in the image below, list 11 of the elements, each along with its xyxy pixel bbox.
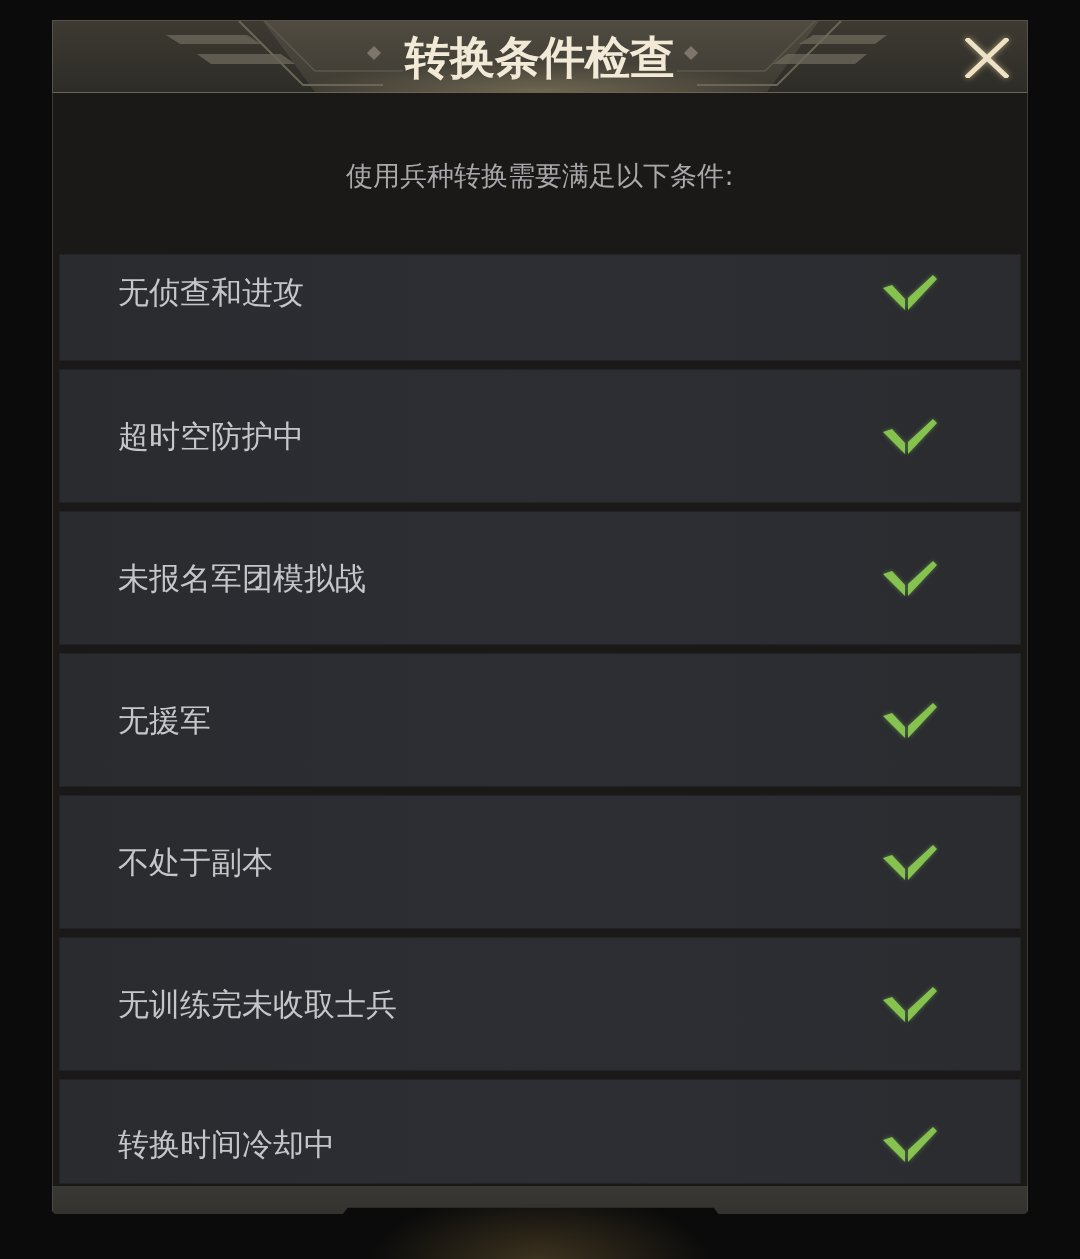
condition-label: 未报名军团模拟战	[118, 559, 366, 598]
condition-label: 无训练完未收取士兵	[118, 985, 397, 1024]
condition-label: 转换时间冷却中	[118, 1124, 335, 1164]
condition-label: 超时空防护中	[118, 417, 304, 456]
condition-label: 无侦查和进攻	[118, 272, 304, 312]
close-button[interactable]	[963, 35, 1011, 80]
dialog-subtitle: 使用兵种转换需要满足以下条件:	[345, 159, 735, 193]
condition-label: 不处于副本	[118, 843, 273, 882]
condition-label: 无援军	[118, 701, 211, 740]
dialog-title: 转换条件检查	[403, 30, 676, 85]
close-icon	[965, 37, 1009, 78]
